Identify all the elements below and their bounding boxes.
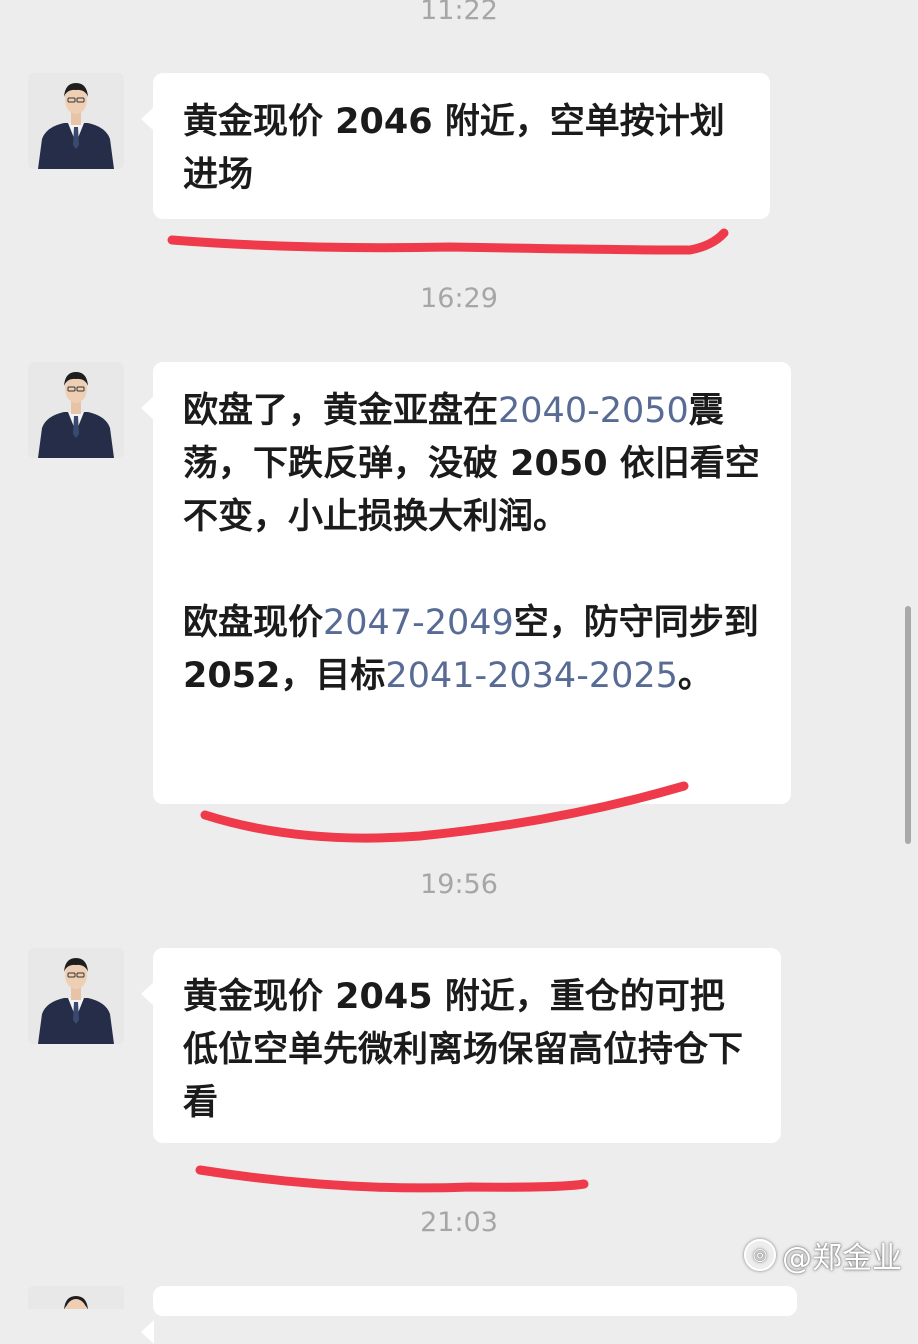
message-bubble[interactable] [141,1286,797,1344]
message-paragraph: 黄金现价 2045 附近，重仓的可把低位空单先微利离场保留高位持仓下看 [183,971,755,1130]
timestamp: 16:29 [420,283,498,314]
red-underline [195,1165,589,1193]
message-paragraph: 黄金现价 2046 附近，空单按计划进场 [183,96,744,202]
sender-avatar[interactable] [28,948,124,1044]
message-paragraph: 欧盘了，黄金亚盘在2040-2050震荡，下跌反弹，没破 2050 依旧看空不变… [183,385,765,544]
message-text: 欧盘现价 [183,603,324,643]
message-text: 黄金现价 2046 附近，空单按计划进场 [183,102,725,195]
toutiao-logo-icon: ◎ [744,1239,776,1271]
person-in-suit-avatar-icon [28,948,124,1044]
sender-avatar[interactable] [28,362,124,458]
message-bubble[interactable]: 欧盘了，黄金亚盘在2040-2050震荡，下跌反弹，没破 2050 依旧看空不变… [141,362,791,804]
message-text: 。 [677,656,713,696]
message-text: 欧盘了，黄金亚盘在 [183,391,499,431]
number-link[interactable]: 2047-2049 [323,603,514,643]
person-in-suit-avatar-icon [28,1286,124,1309]
message-text: 黄金现价 2045 附近，重仓的可把低位空单先微利离场保留高位持仓下看 [183,977,744,1123]
number-link[interactable]: 2041-2034-2025 [385,656,677,696]
person-in-suit-avatar-icon [28,73,124,169]
timestamp: 19:56 [420,869,498,900]
watermark-text: @郑金业 [782,1241,902,1276]
person-in-suit-avatar-icon [28,362,124,458]
timestamp: 11:22 [420,0,498,26]
message-paragraph: 欧盘现价2047-2049空，防守同步到 2052，目标2041-2034-20… [183,597,765,703]
number-link[interactable]: 2040-2050 [498,391,689,431]
sender-avatar[interactable] [28,73,124,169]
message-bubble[interactable]: 黄金现价 2046 附近，空单按计划进场 [141,73,770,219]
watermark: ◎ @郑金业 [744,1233,902,1277]
sender-avatar[interactable] [28,1286,124,1309]
red-underline [167,228,729,255]
scrollbar[interactable] [905,606,911,844]
message-bubble[interactable]: 黄金现价 2045 附近，重仓的可把低位空单先微利离场保留高位持仓下看 [141,948,781,1143]
